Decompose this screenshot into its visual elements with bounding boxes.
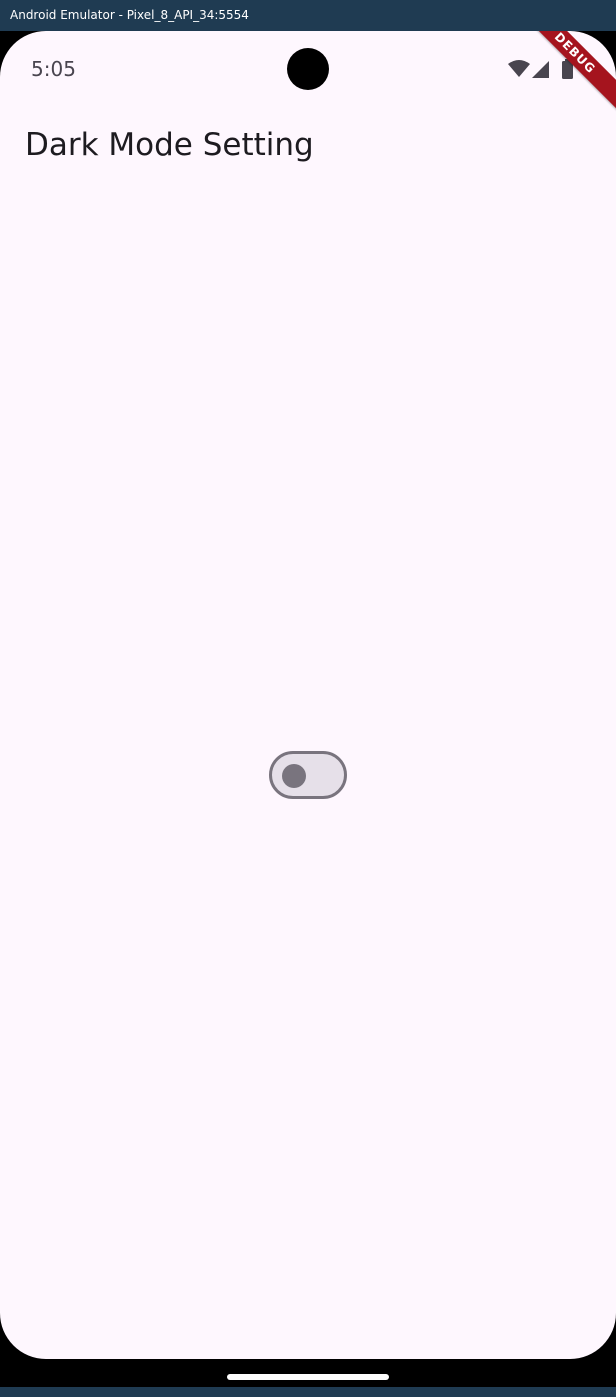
status-bar-icons <box>508 59 573 79</box>
switch-thumb <box>282 764 306 788</box>
dark-mode-switch[interactable] <box>269 751 347 799</box>
system-navigation-bar <box>0 1359 616 1387</box>
page-title: Dark Mode Setting <box>25 127 314 163</box>
emulator-window-bottom-edge <box>0 1387 616 1397</box>
status-bar-time: 5:05 <box>31 57 76 81</box>
camera-cutout <box>287 48 329 90</box>
wifi-icon <box>508 60 530 77</box>
cell-signal-icon <box>532 61 549 78</box>
window-title: Android Emulator - Pixel_8_API_34:5554 <box>10 8 249 22</box>
phone-screen: 5:05 DEBUG Dark Mode Setting <box>0 31 616 1359</box>
home-gesture-handle[interactable] <box>227 1374 389 1380</box>
emulator-window-titlebar: Android Emulator - Pixel_8_API_34:5554 <box>0 0 616 31</box>
